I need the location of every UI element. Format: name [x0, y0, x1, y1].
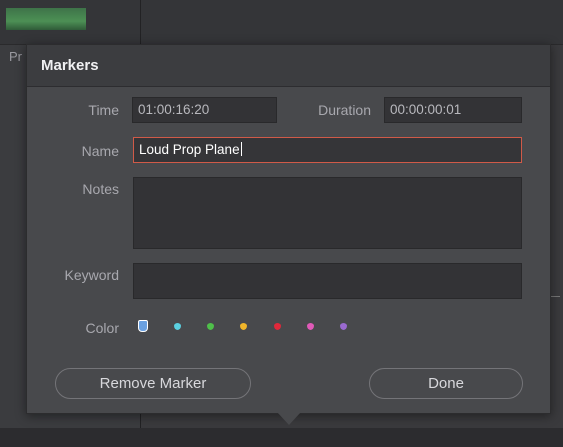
color-label: Color: [85, 320, 119, 336]
markers-dialog: Markers Time 01:00:16:20 Duration 00:00:…: [26, 44, 551, 414]
color-swatch-yellow[interactable]: [240, 323, 247, 330]
name-field[interactable]: Loud Prop Plane: [133, 137, 522, 163]
duration-label: Duration: [318, 102, 371, 118]
keyword-label: Keyword: [64, 267, 119, 283]
time-field[interactable]: 01:00:16:20: [132, 97, 277, 123]
keyword-field[interactable]: [133, 263, 522, 299]
dialog-title: Markers: [41, 57, 99, 74]
done-button[interactable]: Done: [369, 368, 523, 399]
clip-label: Pr: [9, 49, 22, 64]
color-swatch-green[interactable]: [207, 323, 214, 330]
time-label: Time: [88, 102, 119, 118]
timeline-bottom-strip: [0, 428, 563, 447]
color-swatch-red[interactable]: [274, 323, 281, 330]
remove-marker-button[interactable]: Remove Marker: [55, 368, 251, 399]
dialog-pointer: [277, 412, 301, 425]
color-swatch-purple[interactable]: [340, 323, 347, 330]
color-swatch-cyan[interactable]: [174, 323, 181, 330]
notes-label: Notes: [82, 181, 119, 197]
notes-textarea[interactable]: [133, 177, 522, 249]
name-label: Name: [81, 143, 119, 159]
name-field-text: Loud Prop Plane: [139, 142, 240, 157]
color-swatch-pink[interactable]: [307, 323, 314, 330]
audio-waveform-clip[interactable]: [6, 8, 86, 30]
text-caret: [240, 142, 242, 156]
color-swatch-blue[interactable]: [138, 320, 148, 332]
duration-field[interactable]: 00:00:00:01: [384, 97, 522, 123]
dialog-header: Markers: [27, 45, 550, 87]
